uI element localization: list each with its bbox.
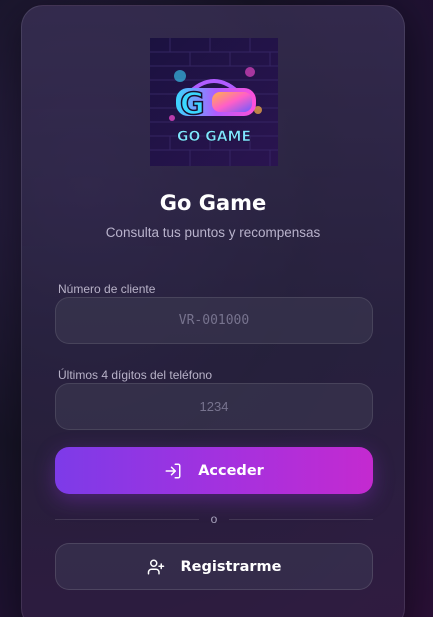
user-plus-icon — [147, 558, 165, 576]
phone-digits-label: Últimos 4 dígitos del teléfono — [58, 368, 213, 382]
register-button[interactable]: Registrarme — [55, 543, 373, 590]
svg-text:GO GAME: GO GAME — [177, 129, 251, 145]
client-number-label: Número de cliente — [58, 282, 156, 296]
page-subtitle: Consulta tus puntos y recompensas — [105, 225, 321, 240]
login-button-label: Acceder — [198, 462, 264, 479]
register-button-label: Registrarme — [180, 558, 282, 575]
or-divider: o — [55, 511, 373, 527]
divider-line-right — [229, 519, 373, 520]
client-number-input[interactable] — [55, 297, 373, 344]
svg-text:G: G — [180, 87, 205, 122]
page-title: Go Game — [159, 191, 267, 215]
phone-digits-input[interactable] — [55, 383, 373, 430]
go-game-logo: G GO GAME — [150, 38, 278, 166]
login-icon — [164, 462, 182, 480]
login-card: G GO GAME Go Game Consulta tus puntos y … — [21, 5, 405, 617]
login-button[interactable]: Acceder — [55, 447, 373, 494]
